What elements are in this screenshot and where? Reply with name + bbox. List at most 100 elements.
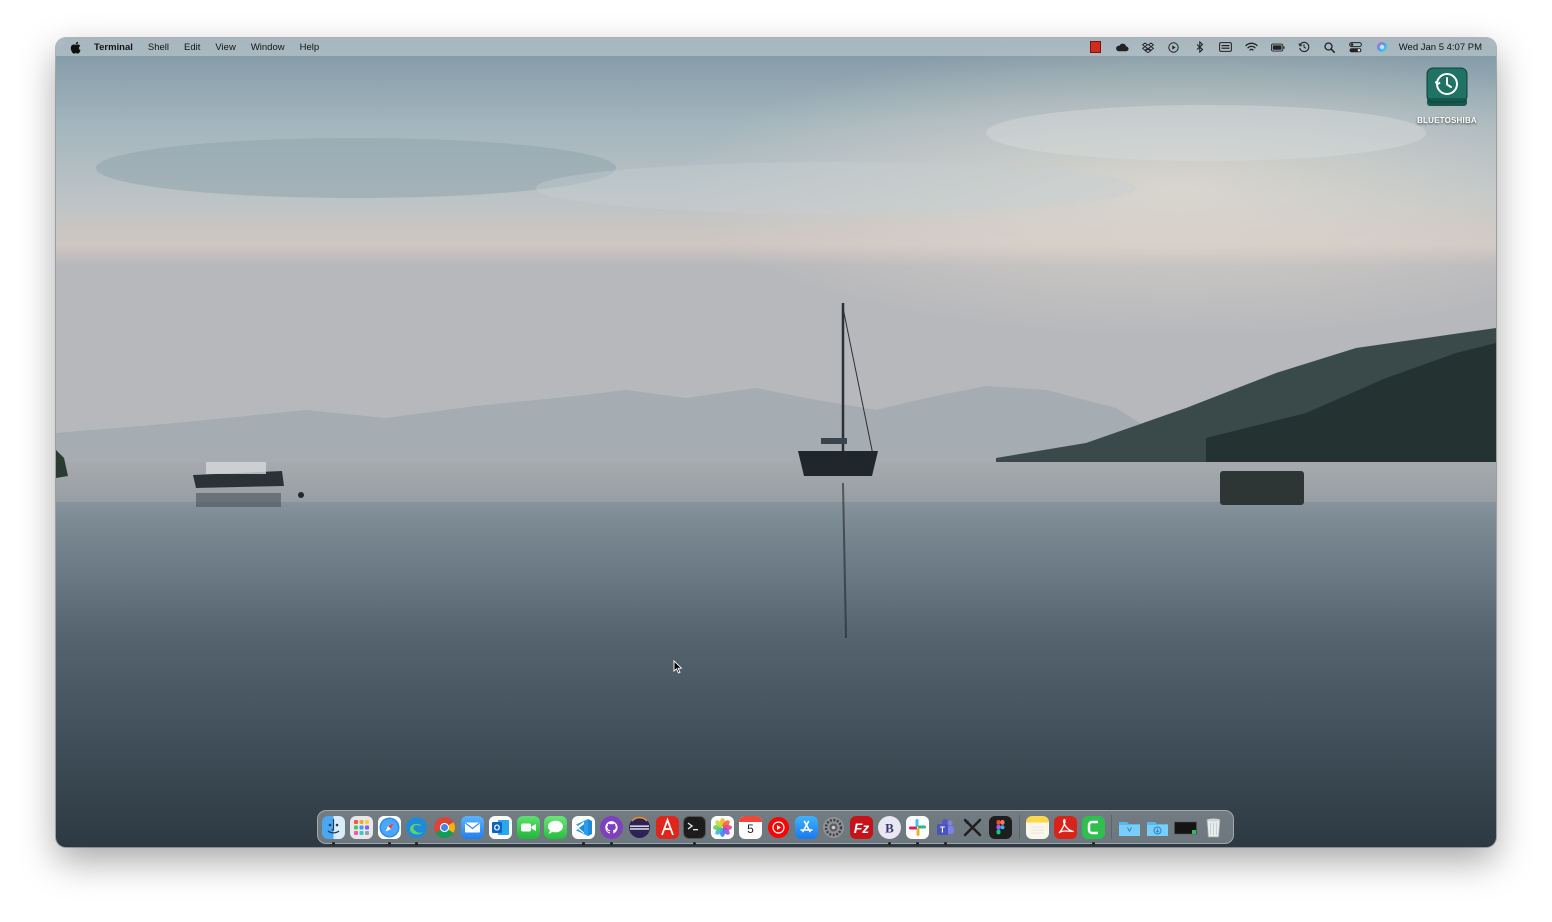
drive-label: BLUETOSHIBA (1417, 116, 1477, 125)
running-indicator (609, 841, 613, 845)
menu-edit[interactable]: Edit (184, 42, 200, 53)
svg-text:B: B (885, 820, 894, 835)
apple-menu-icon[interactable] (70, 40, 82, 54)
calendar-icon: 5 (738, 815, 762, 839)
dock-finder[interactable] (322, 815, 345, 845)
dock-github-desktop[interactable] (599, 815, 623, 845)
dock-launchpad[interactable] (349, 815, 373, 839)
filezilla-icon: Fz (850, 815, 874, 839)
dock-teams[interactable]: T (934, 816, 957, 845)
time-machine-drive-icon[interactable] (1425, 64, 1469, 110)
acrobat-reader-icon (1053, 815, 1077, 839)
siri-icon[interactable] (1375, 40, 1389, 54)
downloads-folder-icon (1146, 816, 1169, 839)
dock-downloads-folder[interactable] (1146, 816, 1169, 839)
dock-facetime[interactable] (516, 815, 540, 839)
dock-bbedit[interactable]: B (877, 815, 901, 845)
dock-notes[interactable] (1025, 815, 1049, 839)
wallpaper (56, 38, 1496, 847)
running-indicator (915, 841, 919, 845)
dock-mail[interactable] (460, 815, 484, 839)
menu-view[interactable]: View (215, 42, 235, 53)
cloud-icon[interactable] (1115, 40, 1129, 54)
menu-clock[interactable]: Wed Jan 5 4:07 PM (1399, 42, 1482, 53)
running-indicator (887, 841, 891, 845)
github-desktop-icon (599, 815, 623, 839)
desktop-drive[interactable]: BLUETOSHIBA (1406, 64, 1488, 125)
dock-eclipse[interactable] (628, 816, 651, 839)
menu-bar: Terminal Shell Edit View Window Help Wed… (56, 38, 1496, 56)
youtube-music-icon (767, 816, 790, 839)
running-indicator (943, 841, 947, 845)
menu-window[interactable]: Window (251, 42, 285, 53)
teams-icon: T (934, 816, 957, 839)
time-machine-icon[interactable] (1297, 40, 1311, 54)
running-indicator (387, 841, 391, 845)
safari-icon (377, 815, 401, 839)
bluetooth-icon[interactable] (1193, 40, 1207, 54)
battery-icon[interactable] (1270, 40, 1285, 54)
dock-camtasia[interactable] (1081, 815, 1105, 845)
outlook-icon: O (488, 815, 512, 839)
notes-icon (1025, 815, 1049, 839)
dock-applications-folder[interactable] (1118, 816, 1141, 839)
system-preferences-icon (822, 816, 845, 839)
dock-photos[interactable] (711, 815, 735, 839)
launchpad-icon (349, 815, 373, 839)
trash-icon (1202, 816, 1225, 839)
dock-vscode[interactable] (572, 815, 596, 845)
bbedit-icon: B (877, 815, 901, 839)
facetime-icon (516, 815, 540, 839)
control-center-icon[interactable] (1349, 40, 1363, 54)
svg-text:Fz: Fz (854, 820, 870, 836)
slack-icon (905, 815, 929, 839)
chrome-icon (433, 816, 456, 839)
dock-safari[interactable] (377, 815, 401, 845)
dock-filezilla[interactable]: Fz (850, 815, 874, 839)
dock-edge[interactable] (405, 816, 428, 845)
menu-shell[interactable]: Shell (148, 42, 169, 53)
dock-slack[interactable] (905, 815, 929, 845)
dock-terminal-window[interactable] (1174, 816, 1197, 839)
keyboard-icon[interactable] (1219, 40, 1233, 54)
spotlight-icon[interactable] (1323, 40, 1337, 54)
dock-figma[interactable] (989, 815, 1013, 839)
mail-icon (460, 815, 484, 839)
camtasia-icon (1081, 815, 1105, 839)
dropbox-icon[interactable] (1141, 40, 1155, 54)
svg-text:O: O (494, 823, 500, 832)
record-icon[interactable] (1089, 40, 1103, 54)
photos-icon (711, 815, 735, 839)
dock-calendar[interactable]: 5 (738, 815, 762, 839)
dock-separator (1111, 815, 1113, 839)
wifi-icon[interactable] (1245, 40, 1259, 54)
dock-separator (1018, 815, 1020, 839)
dock-acrobat-a[interactable] (655, 815, 679, 839)
calendar-day: 5 (747, 821, 754, 836)
play-icon[interactable] (1167, 40, 1181, 54)
dock-app-store[interactable] (794, 815, 818, 839)
app-store-icon (794, 815, 818, 839)
xcode-tools-icon (961, 816, 984, 839)
running-indicator (332, 841, 335, 845)
dock-system-preferences[interactable] (822, 816, 845, 839)
applications-folder-icon (1118, 816, 1141, 839)
dock-messages[interactable] (544, 815, 568, 839)
running-indicator (582, 841, 586, 845)
mouse-cursor-icon (673, 660, 683, 674)
dock-youtube-music[interactable] (767, 816, 790, 839)
messages-icon (544, 815, 568, 839)
dock-outlook[interactable]: O (488, 815, 512, 839)
dock: O 5 Fz B T (317, 810, 1234, 845)
dock-xcode-tools[interactable] (961, 816, 984, 839)
dock-terminal[interactable] (683, 815, 707, 845)
menu-app-name[interactable]: Terminal (94, 42, 133, 53)
dock-chrome[interactable] (433, 816, 456, 839)
running-indicator (1091, 841, 1095, 845)
figma-icon (989, 815, 1013, 839)
dock-acrobat-reader[interactable] (1053, 815, 1077, 839)
acrobat-a-icon (655, 815, 679, 839)
menu-help[interactable]: Help (300, 42, 320, 53)
dock-trash[interactable] (1202, 816, 1225, 839)
desktop-screen: Terminal Shell Edit View Window Help Wed… (56, 38, 1496, 847)
